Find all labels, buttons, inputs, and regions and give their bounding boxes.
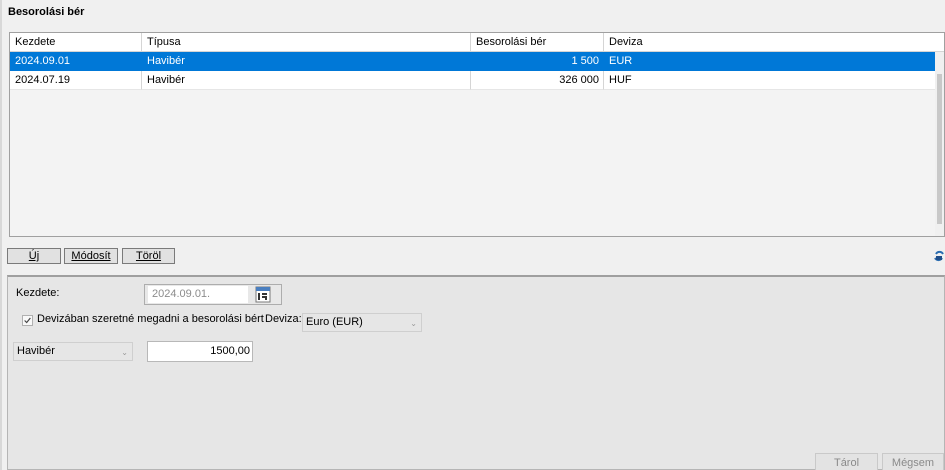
- currency-checkbox[interactable]: [22, 315, 33, 326]
- save-button[interactable]: Tárol: [815, 453, 878, 470]
- pay-type-select-value: Havibér: [17, 345, 55, 357]
- row-start: 2024.09.01: [10, 52, 142, 71]
- row-currency: EUR: [604, 52, 935, 71]
- row-currency: HUF: [604, 71, 935, 90]
- page-title: Besorolási bér: [8, 6, 85, 18]
- column-header-amount[interactable]: Besorolási bér: [471, 33, 604, 52]
- cancel-button[interactable]: Mégsem: [882, 453, 944, 470]
- row-type: Havibér: [142, 71, 471, 90]
- row-amount: 1 500: [471, 52, 604, 71]
- column-header-start[interactable]: Kezdete: [10, 33, 142, 52]
- start-label: Kezdete:: [16, 287, 60, 299]
- calendar-icon[interactable]: [255, 286, 271, 303]
- chevron-down-icon: ⌄: [121, 348, 128, 357]
- start-date-value[interactable]: 2024.09.01.: [148, 286, 248, 303]
- currency-checkbox-label[interactable]: Devizában szeretné megadni a besorolási …: [37, 313, 264, 325]
- chevron-down-icon: ⌄: [410, 319, 417, 328]
- currency-label: Deviza:: [265, 313, 302, 325]
- row-start: 2024.07.19: [10, 71, 142, 90]
- start-date-field[interactable]: 2024.09.01.: [144, 284, 282, 305]
- checkmark-icon: [24, 317, 31, 324]
- pay-type-select[interactable]: Havibér ⌄: [13, 342, 133, 361]
- table-row[interactable]: 2024.09.01 Havibér 1 500 EUR: [10, 52, 935, 71]
- refresh-icon[interactable]: [933, 250, 945, 262]
- column-header-type[interactable]: Típusa: [142, 33, 471, 52]
- salary-grid[interactable]: Kezdete Típusa Besorolási bér Deviza 202…: [9, 32, 945, 237]
- column-header-currency[interactable]: Deviza: [604, 33, 944, 52]
- currency-select[interactable]: Euro (EUR) ⌄: [302, 313, 422, 332]
- window-edge: [0, 0, 2, 470]
- delete-button[interactable]: Töröl: [122, 248, 175, 264]
- row-type: Havibér: [142, 52, 471, 71]
- scrollbar-thumb[interactable]: [937, 74, 942, 224]
- table-row[interactable]: 2024.07.19 Havibér 326 000 HUF: [10, 71, 935, 90]
- row-amount: 326 000: [471, 71, 604, 90]
- new-button[interactable]: Új: [7, 248, 61, 264]
- modify-button[interactable]: Módosít: [64, 248, 118, 264]
- grid-scrollbar[interactable]: [935, 52, 944, 236]
- currency-select-value: Euro (EUR): [306, 316, 363, 328]
- grid-header: Kezdete Típusa Besorolási bér Deviza: [10, 33, 944, 52]
- amount-field[interactable]: 1500,00: [147, 341, 253, 362]
